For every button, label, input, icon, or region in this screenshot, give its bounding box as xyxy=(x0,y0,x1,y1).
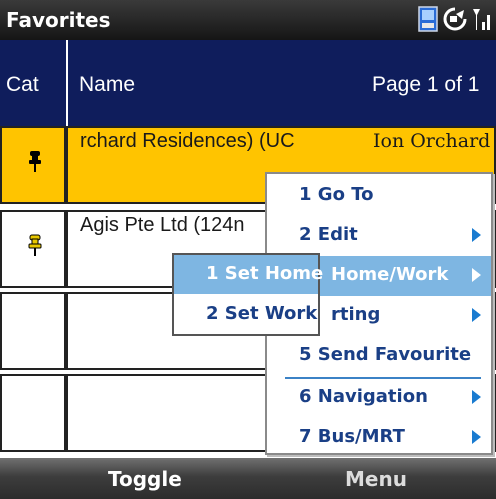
menu-item-navigation[interactable]: 6 Navigation xyxy=(267,378,491,418)
menu-item-edit[interactable]: 2 Edit xyxy=(267,216,491,256)
column-header-cat[interactable]: Cat xyxy=(6,40,39,126)
column-header-name[interactable]: Name xyxy=(79,40,135,126)
category-cell xyxy=(0,126,66,204)
submenu-item-set-home[interactable]: 1 Set Home xyxy=(174,255,323,294)
category-cell xyxy=(0,292,66,370)
submenu-arrow-icon xyxy=(472,390,481,404)
submenu-arrow-icon xyxy=(472,308,481,322)
device-icon xyxy=(418,6,438,32)
header-divider xyxy=(66,40,68,126)
submenu-arrow-icon xyxy=(472,430,481,444)
menu-item-bus-mrt[interactable]: 7 Bus/MRT xyxy=(267,418,491,458)
app-title: Favorites xyxy=(6,8,111,32)
category-cell xyxy=(0,374,66,452)
pushpin-icon xyxy=(29,151,41,172)
list-header: Cat Name Page 1 of 1 xyxy=(0,40,496,126)
submenu-arrow-icon xyxy=(472,268,481,282)
signal-icon xyxy=(473,9,490,30)
page-indicator: Page 1 of 1 xyxy=(372,73,480,96)
home-work-submenu: 1 Set Home 2 Set Work xyxy=(172,253,323,336)
submenu-arrow-icon xyxy=(472,228,481,242)
connection-icon xyxy=(443,7,467,31)
title-bar: Favorites xyxy=(0,0,496,40)
category-cell xyxy=(0,210,66,288)
favorite-name: Agis Pte Ltd (124n xyxy=(80,214,245,236)
submenu-item-set-work[interactable]: 2 Set Work xyxy=(174,295,318,334)
softkey-bar: Toggle Menu xyxy=(0,458,496,499)
menu-item-send-favourite[interactable]: 5 Send Favourite xyxy=(267,336,491,376)
right-softkey[interactable]: Menu xyxy=(345,467,407,491)
favorite-address: Ion Orchard xyxy=(373,130,491,152)
menu-item-go-to[interactable]: 1 Go To xyxy=(267,176,491,216)
favorite-name: rchard Residences) (UC xyxy=(80,130,295,152)
left-softkey[interactable]: Toggle xyxy=(108,467,182,491)
pushpin-icon xyxy=(28,234,42,256)
